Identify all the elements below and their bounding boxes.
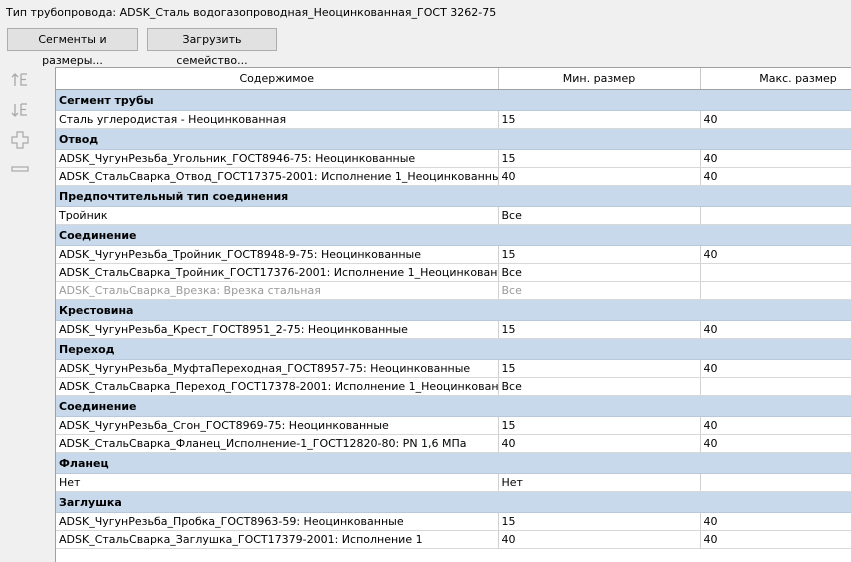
group-header-label: Фланец: [56, 452, 851, 474]
cell-content[interactable]: ADSK_ЧугунРезьба_МуфтаПереходная_ГОСТ895…: [56, 359, 499, 378]
table-row[interactable]: ADSK_ЧугунРезьба_МуфтаПереходная_ГОСТ895…: [56, 359, 851, 378]
group-header-row: Переход: [56, 338, 851, 360]
table-row[interactable]: ADSK_СтальСварка_Заглушка_ГОСТ17379-2001…: [56, 530, 851, 549]
cell-content[interactable]: ADSK_СтальСварка_Отвод_ГОСТ17375-2001: И…: [56, 167, 499, 186]
column-header-max-size[interactable]: Макс. размер: [700, 68, 851, 90]
group-header-row: Соединение: [56, 395, 851, 417]
remove-row-icon[interactable]: [8, 160, 32, 182]
group-header-row: Заглушка: [56, 491, 851, 513]
cell-max-size[interactable]: 40: [700, 512, 851, 531]
cell-min-size[interactable]: Все: [498, 281, 701, 300]
group-header-row: Сегмент трубы: [56, 89, 851, 111]
table-row[interactable]: ADSK_ЧугунРезьба_Угольник_ГОСТ8946-75: Н…: [56, 149, 851, 168]
cell-content[interactable]: ADSK_ЧугунРезьба_Крест_ГОСТ8951_2-75: Не…: [56, 320, 499, 339]
table-row[interactable]: ADSK_СтальСварка_Врезка: Врезка стальная…: [56, 281, 851, 300]
table-row[interactable]: ADSK_ЧугунРезьба_Сгон_ГОСТ8969-75: Неоци…: [56, 416, 851, 435]
cell-min-size[interactable]: 40: [498, 434, 701, 453]
cell-min-size[interactable]: Нет: [498, 473, 701, 492]
cell-content[interactable]: ADSK_ЧугунРезьба_Сгон_ГОСТ8969-75: Неоци…: [56, 416, 499, 435]
cell-max-size[interactable]: 40: [700, 416, 851, 435]
cell-max-size[interactable]: 40: [700, 320, 851, 339]
cell-max-size[interactable]: [700, 281, 851, 300]
cell-min-size[interactable]: Все: [498, 263, 701, 282]
cell-content[interactable]: ADSK_СтальСварка_Переход_ГОСТ17378-2001:…: [56, 377, 499, 396]
cell-max-size[interactable]: [700, 377, 851, 396]
cell-content[interactable]: Сталь углеродистая - Неоцинкованная: [56, 110, 499, 129]
group-header-label: Отвод: [56, 128, 851, 150]
cell-min-size[interactable]: Все: [498, 206, 701, 225]
group-header-label: Соединение: [56, 395, 851, 417]
group-header-label: Крестовина: [56, 299, 851, 321]
cell-min-size[interactable]: Все: [498, 377, 701, 396]
cell-max-size[interactable]: 40: [700, 149, 851, 168]
table-row[interactable]: Сталь углеродистая - Неоцинкованная 15 40: [56, 110, 851, 129]
group-header-row: Соединение: [56, 224, 851, 246]
column-header-min-size[interactable]: Мин. размер: [498, 68, 701, 90]
cell-content[interactable]: ADSK_ЧугунРезьба_Пробка_ГОСТ8963-59: Нео…: [56, 512, 499, 531]
cell-content[interactable]: ADSK_СтальСварка_Врезка: Врезка стальная: [56, 281, 499, 300]
table-row[interactable]: ADSK_СтальСварка_Отвод_ГОСТ17375-2001: И…: [56, 167, 851, 186]
group-header-label: Заглушка: [56, 491, 851, 513]
segments-and-sizes-button[interactable]: Сегменты и размеры...: [7, 28, 138, 67]
table-row[interactable]: ADSK_СтальСварка_Фланец_Исполнение-1_ГОС…: [56, 434, 851, 453]
cell-content[interactable]: ADSK_СтальСварка_Фланец_Исполнение-1_ГОС…: [56, 434, 499, 453]
group-header-row: Фланец: [56, 452, 851, 474]
cell-content[interactable]: ADSK_ЧугунРезьба_Тройник_ГОСТ8948-9-75: …: [56, 245, 499, 264]
cell-min-size[interactable]: 40: [498, 167, 701, 186]
cell-max-size[interactable]: 40: [700, 434, 851, 453]
table-row[interactable]: ADSK_ЧугунРезьба_Тройник_ГОСТ8948-9-75: …: [56, 245, 851, 264]
move-up-icon[interactable]: [8, 70, 32, 92]
cell-min-size[interactable]: 15: [498, 110, 701, 129]
table-row[interactable]: ADSK_СтальСварка_Тройник_ГОСТ17376-2001:…: [56, 263, 851, 282]
cell-content[interactable]: Нет: [56, 473, 499, 492]
group-header-label: Соединение: [56, 224, 851, 246]
header-row: Содержимое Мин. размер Макс. размер: [56, 68, 851, 90]
cell-max-size[interactable]: [700, 473, 851, 492]
cell-max-size[interactable]: [700, 206, 851, 225]
cell-min-size[interactable]: 15: [498, 512, 701, 531]
table-row[interactable]: ADSK_ЧугунРезьба_Крест_ГОСТ8951_2-75: Не…: [56, 320, 851, 339]
cell-max-size[interactable]: 40: [700, 359, 851, 378]
group-header-label: Переход: [56, 338, 851, 360]
window-title: Тип трубопровода: ADSK_Сталь водогазопро…: [6, 6, 497, 19]
table-row[interactable]: ADSK_ЧугунРезьба_Пробка_ГОСТ8963-59: Нео…: [56, 512, 851, 531]
cell-max-size[interactable]: [700, 263, 851, 282]
group-header-row: Отвод: [56, 128, 851, 150]
cell-min-size[interactable]: 40: [498, 530, 701, 549]
group-header-label: Предпочтительный тип соединения: [56, 185, 851, 207]
routing-preferences-table: Содержимое Мин. размер Макс. размер Сегм…: [56, 68, 851, 549]
pipe-type-grid: Содержимое Мин. размер Макс. размер Сегм…: [55, 67, 851, 562]
cell-min-size[interactable]: 15: [498, 359, 701, 378]
column-header-content[interactable]: Содержимое: [56, 68, 499, 90]
group-header-row: Крестовина: [56, 299, 851, 321]
cell-content[interactable]: ADSK_СтальСварка_Тройник_ГОСТ17376-2001:…: [56, 263, 499, 282]
cell-content[interactable]: ADSK_ЧугунРезьба_Угольник_ГОСТ8946-75: Н…: [56, 149, 499, 168]
cell-max-size[interactable]: 40: [700, 167, 851, 186]
table-row[interactable]: Тройник Все: [56, 206, 851, 225]
cell-max-size[interactable]: 40: [700, 245, 851, 264]
cell-min-size[interactable]: 15: [498, 245, 701, 264]
cell-min-size[interactable]: 15: [498, 149, 701, 168]
move-down-icon[interactable]: [8, 100, 32, 122]
cell-max-size[interactable]: 40: [700, 110, 851, 129]
cell-max-size[interactable]: 40: [700, 530, 851, 549]
cell-min-size[interactable]: 15: [498, 320, 701, 339]
table-row[interactable]: Нет Нет: [56, 473, 851, 492]
cell-min-size[interactable]: 15: [498, 416, 701, 435]
cell-content[interactable]: ADSK_СтальСварка_Заглушка_ГОСТ17379-2001…: [56, 530, 499, 549]
add-row-icon[interactable]: [8, 130, 32, 152]
group-header-label: Сегмент трубы: [56, 89, 851, 111]
cell-content[interactable]: Тройник: [56, 206, 499, 225]
group-header-row: Предпочтительный тип соединения: [56, 185, 851, 207]
load-family-button[interactable]: Загрузить семейство...: [147, 28, 277, 67]
table-row[interactable]: ADSK_СтальСварка_Переход_ГОСТ17378-2001:…: [56, 377, 851, 396]
